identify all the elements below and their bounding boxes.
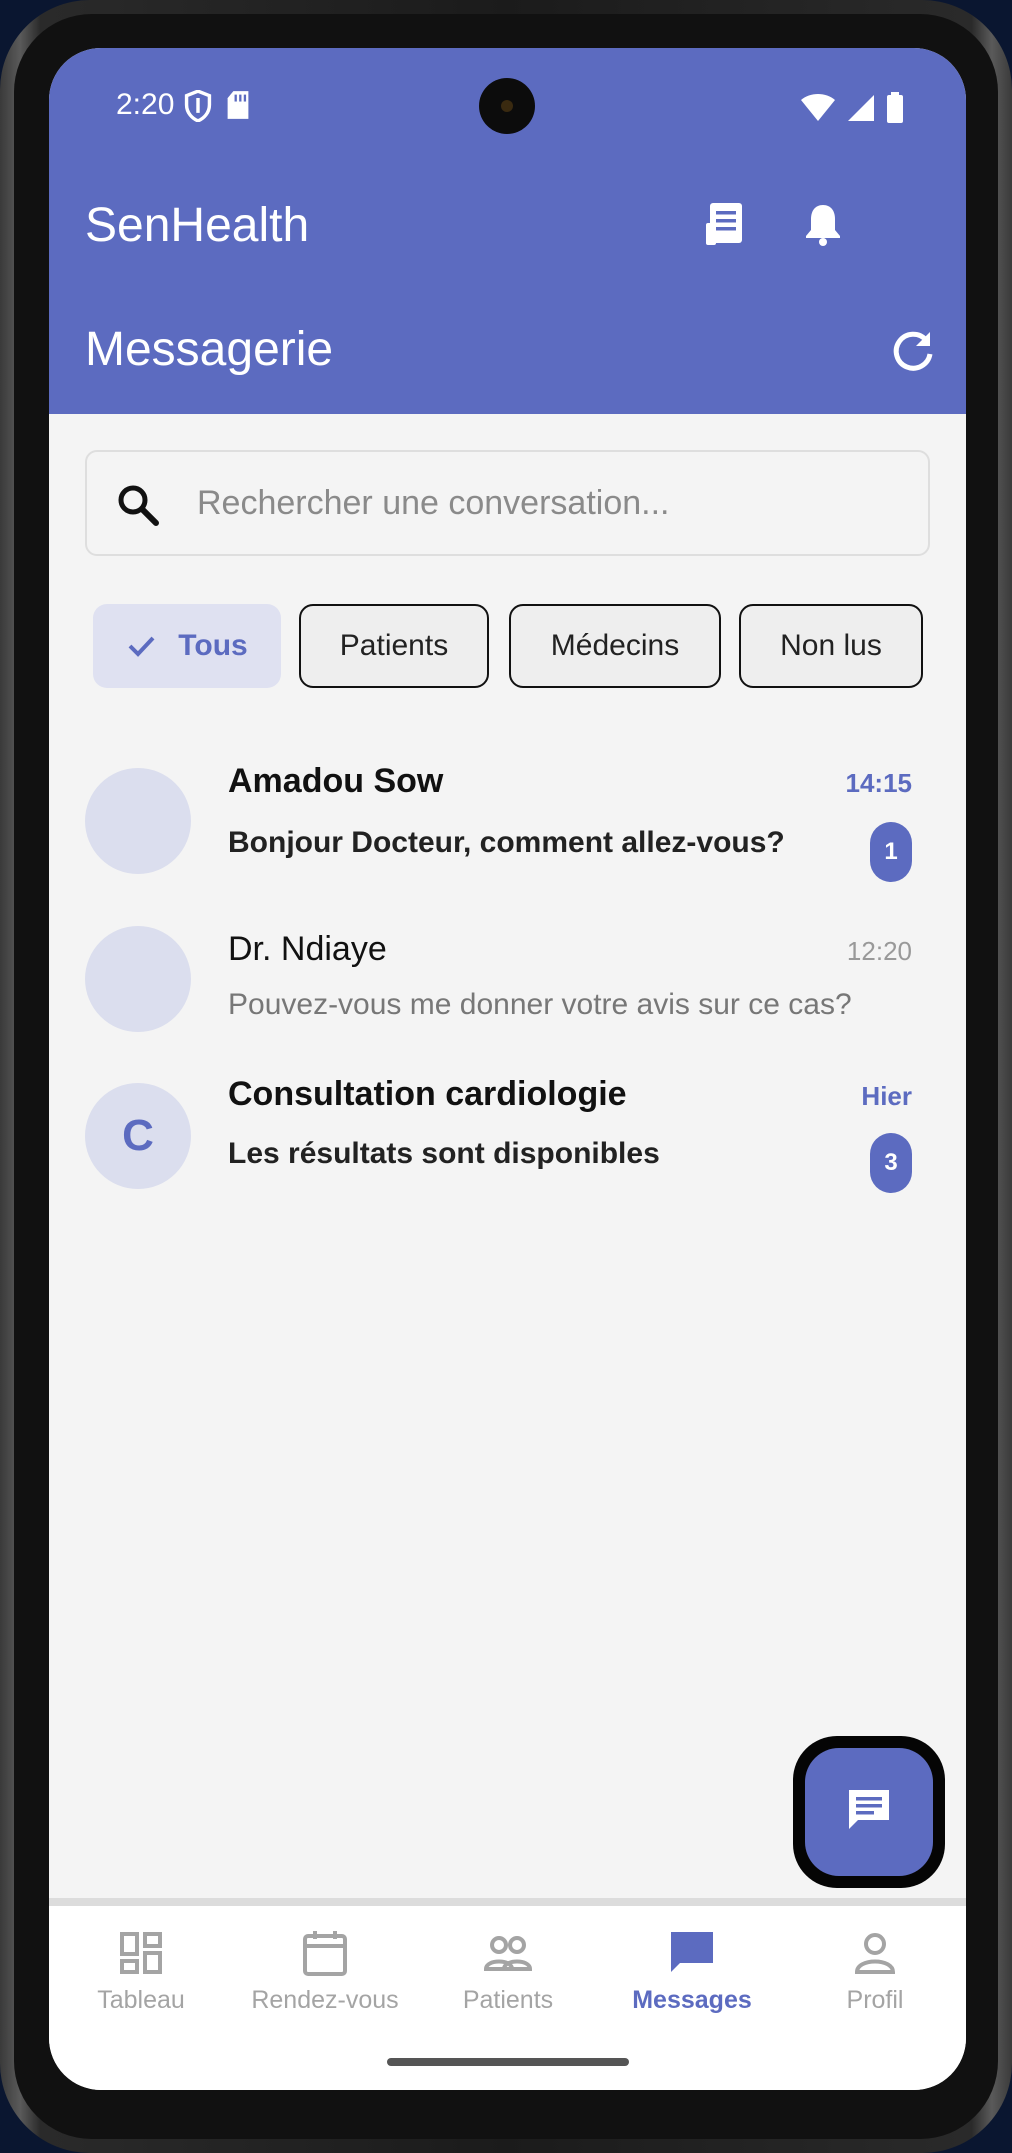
page-title: Messagerie: [85, 323, 334, 376]
screen: 2:20 SenHealth Messagerie Rechercher une…: [49, 48, 966, 2090]
receipt-icon[interactable]: [699, 198, 751, 250]
person-icon: [850, 1928, 900, 1978]
filter-chip-tous[interactable]: Tous: [93, 604, 281, 688]
bottom-navigation: Tableau Rendez-vous Patients Messages Pr…: [49, 1906, 966, 2090]
avatar: C: [85, 1083, 191, 1189]
conversation-preview: Les résultats sont disponibles: [228, 1137, 660, 1170]
conversation-time: 14:15: [845, 768, 913, 798]
nav-label: Tableau: [97, 1986, 185, 2014]
unread-badge: 3: [870, 1133, 912, 1193]
conversation-name: Dr. Ndiaye: [228, 930, 387, 968]
conversation-time: Hier: [861, 1081, 912, 1111]
avatar: [85, 926, 191, 1032]
conversation-item[interactable]: C Consultation cardiologie Hier Les résu…: [49, 1053, 966, 1203]
phone-frame: 2:20 SenHealth Messagerie Rechercher une…: [0, 0, 1012, 2153]
nav-label: Messages: [632, 1986, 752, 2014]
filter-chip-label: Non lus: [780, 629, 882, 662]
front-camera: [479, 78, 535, 134]
nav-item-messages[interactable]: Messages: [602, 1928, 782, 2038]
wifi-icon: [800, 93, 836, 128]
app-bar: 2:20 SenHealth Messagerie: [49, 48, 966, 414]
nav-item-patients[interactable]: Patients: [418, 1928, 598, 2038]
conversation-time: 12:20: [846, 936, 912, 966]
conversation-name: Consultation cardiologie: [228, 1075, 627, 1113]
nav-label: Profil: [846, 1986, 904, 2014]
filter-chip-label: Médecins: [550, 629, 680, 662]
chat-icon: [844, 1785, 894, 1840]
shield-icon: [184, 89, 212, 127]
app-title: SenHealth: [85, 199, 310, 252]
new-message-button[interactable]: [805, 1748, 933, 1876]
unread-badge: 1: [870, 822, 912, 882]
chat-icon: [667, 1928, 717, 1978]
sd-card-icon: [226, 90, 250, 127]
search-input[interactable]: [197, 452, 897, 554]
conversation-preview: Pouvez-vous me donner votre avis sur ce …: [228, 988, 852, 1021]
conversation-item[interactable]: Amadou Sow 14:15 Bonjour Docteur, commen…: [49, 738, 966, 888]
status-time: 2:20: [116, 88, 175, 121]
nav-divider: [49, 1898, 966, 1906]
filter-chip-label: Tous: [178, 629, 248, 662]
conversation-preview: Bonjour Docteur, comment allez-vous?: [228, 826, 785, 859]
search-icon: [115, 482, 161, 528]
conversation-item[interactable]: Dr. Ndiaye 12:20 Pouvez-vous me donner v…: [49, 896, 966, 1046]
filter-chip-label: Patients: [339, 629, 449, 662]
people-icon: [483, 1928, 533, 1978]
refresh-icon[interactable]: [890, 328, 936, 374]
nav-item-tableau[interactable]: Tableau: [51, 1928, 231, 2038]
conversation-name: Amadou Sow: [228, 762, 444, 800]
calendar-icon: [300, 1928, 350, 1978]
check-icon: [126, 631, 156, 661]
nav-label: Patients: [462, 1986, 554, 2014]
dashboard-icon: [116, 1928, 166, 1978]
battery-icon: [886, 92, 904, 129]
filter-chip-medecins[interactable]: Médecins: [509, 604, 721, 688]
avatar: [85, 768, 191, 874]
home-indicator[interactable]: [387, 2058, 629, 2066]
nav-label: Rendez-vous: [251, 1986, 399, 2014]
filter-chip-patients[interactable]: Patients: [299, 604, 489, 688]
filter-chip-non-lus[interactable]: Non lus: [739, 604, 923, 688]
nav-item-rendez-vous[interactable]: Rendez-vous: [235, 1928, 415, 2038]
bell-icon[interactable]: [797, 198, 849, 250]
nav-item-profil[interactable]: Profil: [785, 1928, 965, 2038]
signal-icon: [846, 93, 876, 128]
search-field[interactable]: [85, 450, 930, 556]
